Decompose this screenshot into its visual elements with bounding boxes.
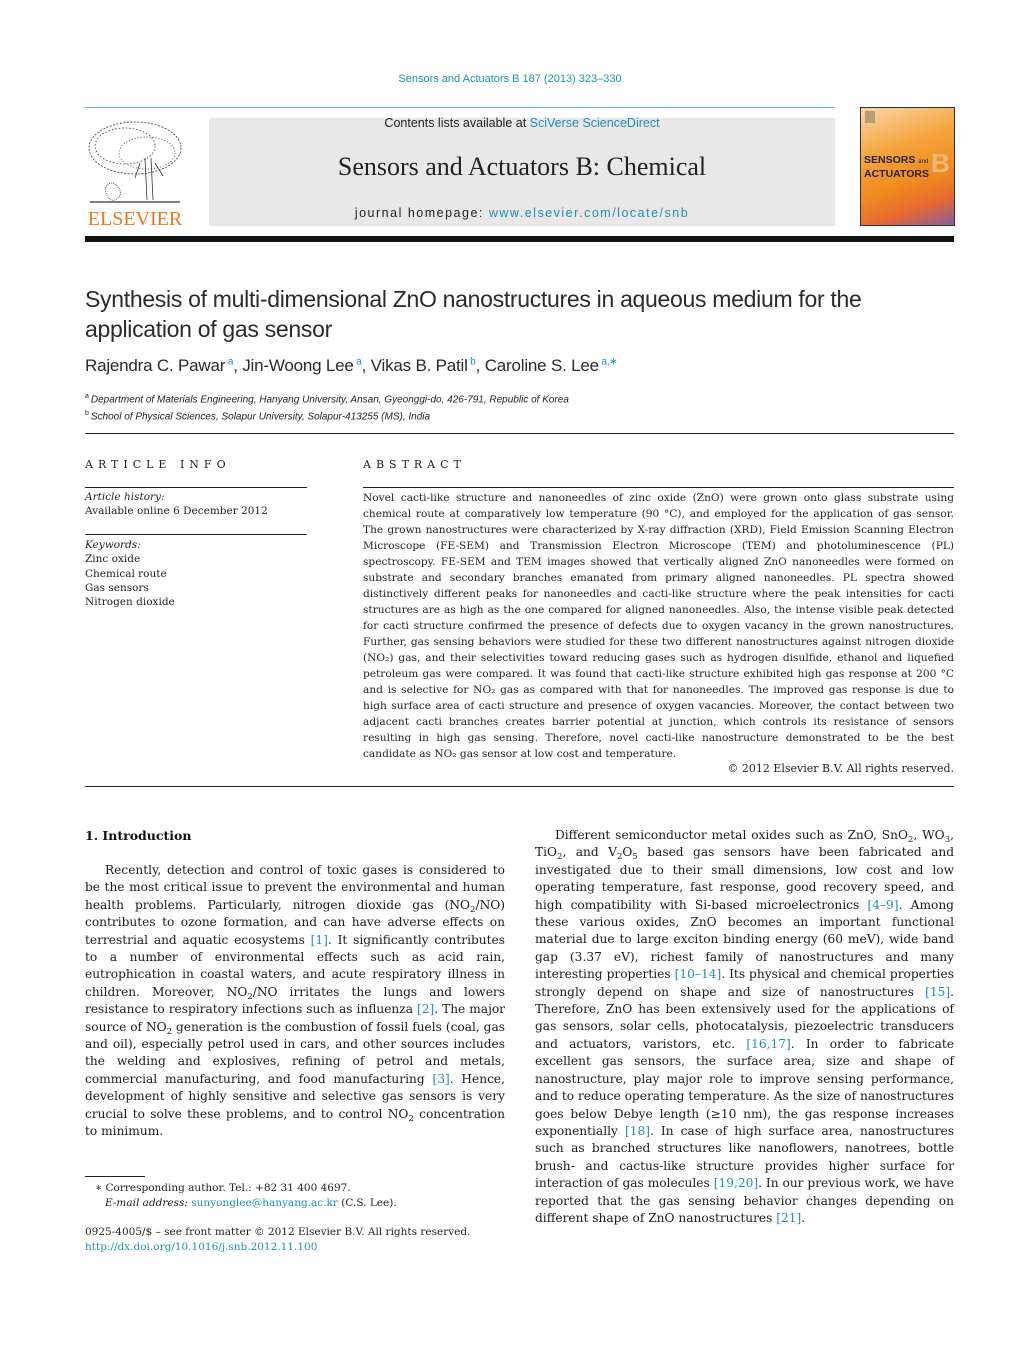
affiliation-label: a xyxy=(85,393,91,400)
keyword: Nitrogen dioxide xyxy=(85,596,175,609)
cover-line2: ACTUATORS xyxy=(864,168,929,180)
citation-link[interactable]: [4–9] xyxy=(867,898,898,912)
email-link[interactable]: sunyonglee@hanyang.ac.kr xyxy=(191,1197,338,1209)
abstract-copyright: © 2012 Elsevier B.V. All rights reserved… xyxy=(727,762,954,775)
journal-header-box: Contents lists available at SciVerse Sci… xyxy=(209,116,835,226)
subscript: 5 xyxy=(632,852,638,863)
front-matter: 0925-4005/$ – see front matter © 2012 El… xyxy=(85,1225,505,1255)
subscript: 2 xyxy=(247,991,253,1002)
author-name: Rajendra C. Pawar xyxy=(85,356,226,375)
homepage-prefix: journal homepage: xyxy=(354,206,489,220)
affiliation-marker[interactable]: a xyxy=(225,356,234,367)
citation-link[interactable]: [18] xyxy=(625,1124,650,1138)
citation-link[interactable]: [15] xyxy=(925,985,950,999)
affiliation-marker[interactable]: a,∗ xyxy=(599,356,617,367)
publisher-mark-icon xyxy=(865,111,875,123)
cover-letter: B xyxy=(931,148,950,178)
article-info-heading: ARTICLE INFO xyxy=(85,458,231,471)
article-title: Synthesis of multi-dimensional ZnO nanos… xyxy=(85,286,862,342)
cover-title: SENSORS and ACTUATORS xyxy=(864,154,929,180)
subscript: 2 xyxy=(616,852,623,863)
section-heading-introduction: 1. Introduction xyxy=(85,828,192,843)
cover-and: and xyxy=(918,159,929,165)
divider xyxy=(85,433,954,434)
elsevier-tree-icon xyxy=(88,121,182,203)
homepage-link[interactable]: www.elsevier.com/locate/snb xyxy=(489,206,689,220)
citation-link[interactable]: [21] xyxy=(776,1211,801,1225)
journal-citation-link[interactable]: Sensors and Actuators B 187 (2013) 323–3… xyxy=(0,73,1020,85)
footnote-rule xyxy=(85,1176,145,1177)
journal-cover-image[interactable]: B SENSORS and ACTUATORS xyxy=(860,107,955,226)
abstract-heading: ABSTRACT xyxy=(363,458,466,471)
citation-link[interactable]: [10–14] xyxy=(675,967,722,981)
doi-link[interactable]: http://dx.doi.org/10.1016/j.snb.2012.11.… xyxy=(85,1240,505,1255)
subscript: 2 xyxy=(907,835,914,845)
sciencedirect-link[interactable]: SciVerse ScienceDirect xyxy=(530,116,660,130)
subscript: 2 xyxy=(166,1026,173,1037)
affiliation-label: b xyxy=(85,410,91,418)
contents-line: Contents lists available at SciVerse Sci… xyxy=(209,116,835,130)
homepage-line: journal homepage: www.elsevier.com/locat… xyxy=(209,206,835,220)
affiliation: b School of Physical Sciences, Solapur U… xyxy=(85,410,431,423)
divider xyxy=(85,534,307,535)
body-column-right: Different semiconductor metal oxides suc… xyxy=(535,828,955,1225)
header-thick-rule xyxy=(85,236,954,242)
email-suffix: (C.S. Lee). xyxy=(337,1197,397,1209)
affiliation-marker[interactable]: a xyxy=(354,356,362,367)
front-matter-text: 0925-4005/$ – see front matter © 2012 El… xyxy=(85,1226,471,1238)
contents-prefix: Contents lists available at xyxy=(384,116,530,130)
divider xyxy=(85,487,307,488)
keyword: Chemical route xyxy=(85,567,167,580)
citation-link[interactable]: [16,17] xyxy=(746,1037,790,1051)
author-name: Vikas B. Patil xyxy=(370,356,468,375)
corresponding-author-footnote: ∗ Corresponding author. Tel.: +82 31 400… xyxy=(85,1181,505,1211)
author-name: Jin-Woong Lee xyxy=(242,356,354,375)
author-list: Rajendra C. Pawar a, Jin-Woong Lee a, Vi… xyxy=(85,356,618,375)
history-value: Available online 6 December 2012 xyxy=(85,505,268,518)
cover-line1: SENSORS xyxy=(864,154,916,166)
subscript: 2 xyxy=(470,904,476,915)
keyword: Zinc oxide xyxy=(85,553,141,566)
abstract-text: Novel cacti-like structure and nanoneedl… xyxy=(363,492,954,760)
body-column-left: Recently, detection and control of toxic… xyxy=(85,863,506,1139)
elsevier-logo[interactable]: ELSEVIER xyxy=(85,118,185,230)
citation-link[interactable]: [2] xyxy=(417,1002,434,1016)
keyword: Gas sensors xyxy=(85,581,149,594)
corresponding-author: ∗ Corresponding author. Tel.: +82 31 400… xyxy=(95,1182,351,1194)
author-name: Caroline S. Lee xyxy=(484,356,599,375)
citation-link[interactable]: [3] xyxy=(432,1072,449,1086)
email-label: E-mail address: xyxy=(105,1197,192,1209)
affiliation: a Department of Materials Engineering, H… xyxy=(85,393,569,406)
article-history: Article history: Available online 6 Dece… xyxy=(85,490,307,519)
email-line: E-mail address: sunyonglee@hanyang.ac.kr… xyxy=(85,1196,505,1211)
elsevier-wordmark: ELSEVIER xyxy=(87,208,183,230)
keywords-label: Keywords: xyxy=(85,539,141,551)
header-top-rule xyxy=(85,107,835,108)
history-label: Article history: xyxy=(85,491,165,503)
subscript: 3 xyxy=(944,835,951,845)
citation-link[interactable]: [1] xyxy=(311,933,328,947)
subscript: 2 xyxy=(408,1113,414,1124)
subscript: 2 xyxy=(557,852,563,863)
divider xyxy=(85,786,954,787)
affiliations: a Department of Materials Engineering, H… xyxy=(85,390,965,425)
affiliation-marker[interactable]: b xyxy=(468,356,476,367)
citation-link[interactable]: [19,20] xyxy=(714,1176,758,1190)
keywords: Keywords: Zinc oxide Chemical route Gas … xyxy=(85,538,307,609)
divider xyxy=(363,487,954,488)
journal-title: Sensors and Actuators B: Chemical xyxy=(337,152,707,181)
